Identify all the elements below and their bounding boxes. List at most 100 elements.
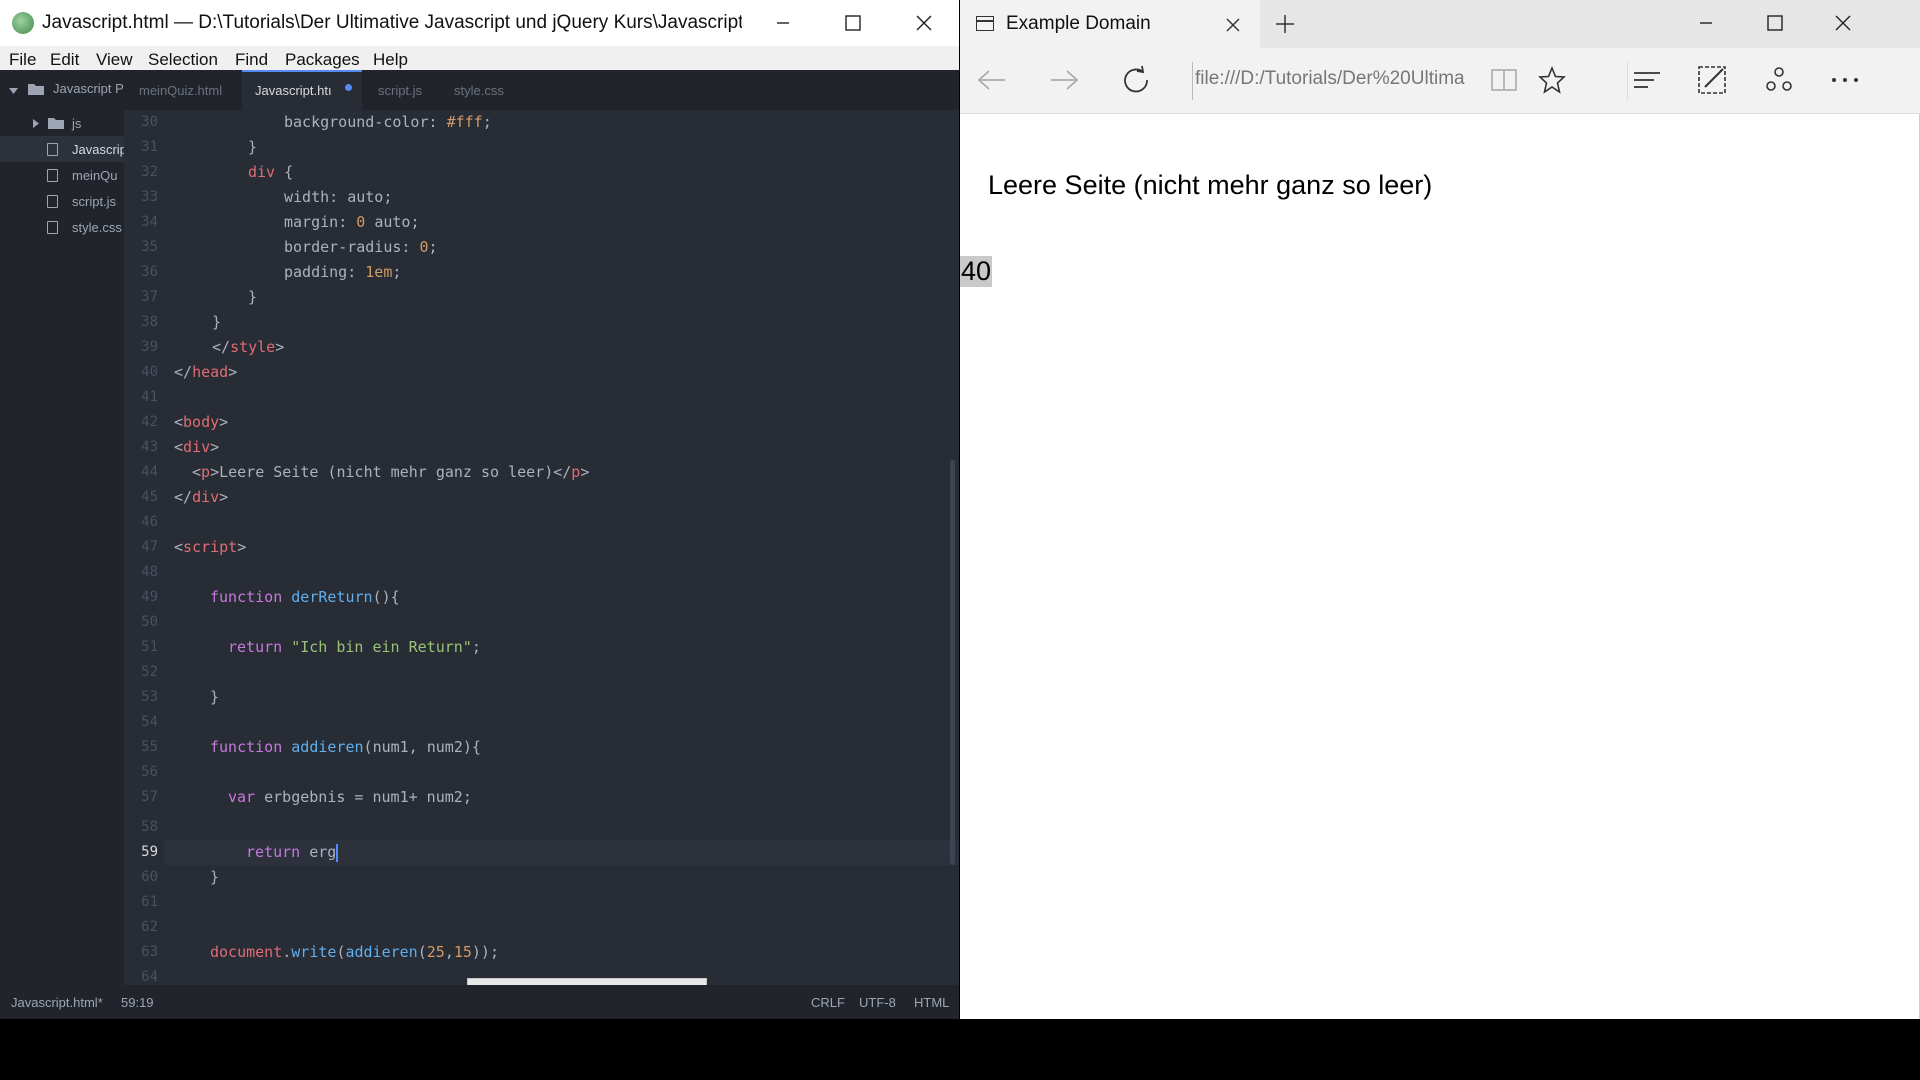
tree-item-javascript-html[interactable]: Javascrip <box>0 136 124 162</box>
menu-help[interactable]: Help <box>373 50 408 70</box>
line-number: 39 <box>141 339 158 355</box>
atom-close-button[interactable] <box>889 0 959 46</box>
status-bar: Javascript.html* 59:19 CRLF UTF-8 HTML <box>0 985 959 1019</box>
line-number: 42 <box>141 414 158 430</box>
editor-vertical-scrollbar[interactable] <box>950 460 955 865</box>
atom-title-bar[interactable]: Javascript.html — D:\Tutorials\Der Ultim… <box>0 0 959 46</box>
menu-find[interactable]: Find <box>235 50 268 70</box>
line-number: 30 <box>141 114 158 130</box>
minimize-icon <box>1700 22 1712 24</box>
maximize-icon <box>1767 15 1783 31</box>
chevron-right-icon <box>33 119 39 128</box>
menu-packages[interactable]: Packages <box>285 50 360 70</box>
tree-item-style-css[interactable]: style.css <box>0 214 124 240</box>
menu-edit[interactable]: Edit <box>50 50 79 70</box>
tab-label: meinQuiz.html <box>139 83 223 98</box>
line-number: 38 <box>141 314 158 330</box>
browser-maximize-button[interactable] <box>1740 0 1810 46</box>
browser-close-button[interactable] <box>1808 0 1878 46</box>
favorite-button[interactable] <box>1530 58 1574 102</box>
line-number: 31 <box>141 139 158 155</box>
tree-item-label: meinQu <box>72 168 118 183</box>
code-line: background-color: #fff; <box>284 113 492 131</box>
page-output-text: 40 <box>960 256 993 287</box>
arrow-right-icon <box>1051 70 1079 90</box>
tab-meinquiz-html[interactable]: meinQuiz.html <box>124 70 242 110</box>
web-note-button[interactable] <box>1690 58 1734 102</box>
tree-item-label: js <box>72 116 82 131</box>
code-line: </div> <box>174 488 229 506</box>
status-cursor-position[interactable]: 59:19 <box>121 995 154 1010</box>
code-line: return "Ich bin ein Return"; <box>228 638 481 656</box>
menu-view[interactable]: View <box>96 50 133 70</box>
line-number: 52 <box>141 664 158 680</box>
code-line: padding: 1em; <box>284 263 402 281</box>
more-icon <box>1832 78 1858 82</box>
reading-view-button[interactable] <box>1482 58 1526 102</box>
code-line: border-radius: 0; <box>284 238 438 256</box>
new-tab-icon[interactable] <box>1275 14 1295 34</box>
line-number: 40 <box>141 364 158 380</box>
web-page-content: Leere Seite (nicht mehr ganz so leer) 40 <box>960 114 1920 1019</box>
line-number: 64 <box>141 969 158 985</box>
atom-minimize-button[interactable] <box>748 0 818 46</box>
tree-item-js-folder[interactable]: js <box>0 110 124 136</box>
file-icon <box>47 221 58 234</box>
status-encoding[interactable]: UTF-8 <box>859 995 896 1010</box>
line-number: 41 <box>141 389 158 405</box>
line-number: 37 <box>141 289 158 305</box>
atom-maximize-button[interactable] <box>818 0 888 46</box>
address-separator <box>1192 62 1193 100</box>
project-name: Javascript P <box>53 81 124 96</box>
line-number: 47 <box>141 539 158 555</box>
share-icon <box>1766 67 1792 91</box>
refresh-button[interactable] <box>1114 58 1158 102</box>
more-button[interactable] <box>1823 58 1867 102</box>
code-line: <div> <box>174 438 220 456</box>
line-number: 57 <box>141 789 158 805</box>
line-number: 56 <box>141 764 158 780</box>
folder-icon <box>28 84 44 95</box>
code-editor[interactable]: background-color: #fff; } div { width: a… <box>164 110 959 985</box>
minimize-icon <box>777 22 789 24</box>
code-line: function derReturn(){ <box>210 588 400 606</box>
status-line-ending[interactable]: CRLF <box>811 995 845 1010</box>
tree-item-meinquiz-html[interactable]: meinQu <box>0 162 124 188</box>
code-line: div { <box>248 163 294 181</box>
share-button[interactable] <box>1757 58 1801 102</box>
tab-script-js[interactable]: script.js <box>362 70 438 110</box>
code-line: } <box>248 138 258 156</box>
tree-item-script-js[interactable]: script.js <box>0 188 124 214</box>
code-line: width: auto; <box>284 188 393 206</box>
autocomplete-popup[interactable]: ergebnis <box>467 978 707 985</box>
tree-view: Javascript P js Javascrip meinQu script.… <box>0 70 124 985</box>
file-icon <box>47 169 58 182</box>
tab-label: style.css <box>454 83 504 98</box>
forward-button[interactable] <box>1042 58 1086 102</box>
tree-project-root[interactable]: Javascript P <box>0 80 124 102</box>
code-line: var erbgebnis = num1+ num2; <box>228 788 472 806</box>
code-line: } <box>212 313 222 331</box>
code-line: margin: 0 auto; <box>284 213 420 231</box>
browser-tab[interactable]: Example Domain <box>960 0 1260 48</box>
code-line: } <box>210 688 220 706</box>
hub-button[interactable] <box>1625 58 1669 102</box>
tab-javascript-html[interactable]: Javascript.htı <box>242 70 362 110</box>
back-button[interactable] <box>970 58 1014 102</box>
browser-tab-strip: Example Domain <box>960 0 1920 48</box>
browser-tab-title: Example Domain <box>1006 13 1151 34</box>
line-number: 32 <box>141 164 158 180</box>
status-grammar[interactable]: HTML <box>914 995 949 1010</box>
menu-selection[interactable]: Selection <box>148 50 218 70</box>
status-file-name[interactable]: Javascript.html* <box>11 995 103 1010</box>
code-line: <body> <box>174 413 229 431</box>
line-number: 55 <box>141 739 158 755</box>
browser-minimize-button[interactable] <box>1671 0 1741 46</box>
tab-style-css[interactable]: style.css <box>438 70 528 110</box>
browser-window: Example Domain file:///D:/Tutorials/Der%… <box>960 0 1920 1019</box>
line-number: 50 <box>141 614 158 630</box>
address-bar[interactable]: file:///D:/Tutorials/Der%20Ultima <box>1195 68 1475 94</box>
close-tab-icon[interactable] <box>1226 18 1240 32</box>
code-line: </style> <box>212 338 285 356</box>
menu-file[interactable]: File <box>9 50 36 70</box>
